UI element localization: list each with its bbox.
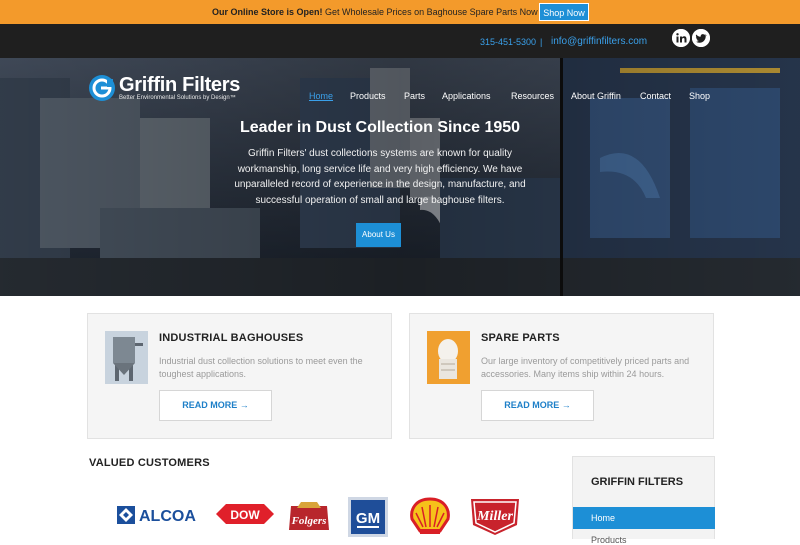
svg-text:Folgers: Folgers bbox=[291, 515, 327, 527]
svg-text:DOW: DOW bbox=[230, 508, 260, 522]
griffin-logo-icon bbox=[89, 75, 115, 101]
spare-parts-thumbnail bbox=[427, 331, 470, 384]
nav-home[interactable]: Home bbox=[309, 91, 333, 101]
hero-body: Griffin Filters' dust collections system… bbox=[234, 148, 526, 206]
sidebar-item-products[interactable]: Products bbox=[591, 535, 627, 545]
promo-bold-text: Our Online Store is Open! bbox=[212, 7, 323, 17]
twitter-icon[interactable] bbox=[692, 29, 710, 47]
sidebar-griffin-filters: GRIFFIN FILTERS Home Products bbox=[572, 456, 715, 545]
card-description: Industrial dust collection solutions to … bbox=[159, 356, 363, 379]
read-more-button[interactable]: READ MORE → bbox=[481, 390, 594, 421]
nav-parts[interactable]: Parts bbox=[404, 91, 425, 101]
svg-text:Miller: Miller bbox=[476, 509, 513, 524]
read-more-button[interactable]: READ MORE → bbox=[159, 390, 272, 421]
shell-logo bbox=[408, 497, 452, 537]
svg-text:ALCOA: ALCOA bbox=[139, 508, 196, 525]
gm-logo: GM bbox=[348, 497, 388, 537]
baghouse-thumbnail bbox=[105, 331, 148, 384]
folgers-logo: Folgers bbox=[287, 500, 331, 534]
brand-name: Griffin Filters bbox=[119, 74, 241, 96]
hero-banner: Griffin Filters Better Environmental Sol… bbox=[0, 58, 800, 296]
sidebar-title: GRIFFIN FILTERS bbox=[591, 476, 684, 488]
nav-about-griffin[interactable]: About Griffin bbox=[571, 91, 621, 101]
sidebar-item-home[interactable]: Home bbox=[573, 507, 715, 529]
contact-bar: 315-451-5300 | info@griffinfilters.com bbox=[0, 24, 800, 58]
card-title: SPARE PARTS bbox=[481, 332, 560, 344]
alcoa-logo: ALCOA bbox=[117, 505, 207, 525]
linkedin-icon[interactable] bbox=[672, 29, 690, 47]
svg-text:GM: GM bbox=[356, 510, 380, 527]
nav-products[interactable]: Products bbox=[350, 91, 386, 101]
phone-link[interactable]: 315-451-5300 bbox=[480, 37, 536, 47]
hero-title: Leader in Dust Collection Since 1950 bbox=[239, 119, 521, 136]
about-us-button[interactable]: About Us bbox=[356, 223, 401, 247]
valued-customers-title: VALUED CUSTOMERS bbox=[89, 457, 210, 469]
promo-text: Our Online Store is Open! Get Wholesale … bbox=[212, 7, 538, 17]
dow-logo: DOW bbox=[216, 503, 274, 525]
contact-separator: | bbox=[540, 37, 543, 47]
nav-contact[interactable]: Contact bbox=[640, 91, 671, 101]
brand-tagline: Better Environmental Solutions by Design… bbox=[119, 95, 236, 101]
email-link[interactable]: info@griffinfilters.com bbox=[551, 36, 647, 47]
card-title: INDUSTRIAL BAGHOUSES bbox=[159, 332, 304, 344]
promo-bar: Our Online Store is Open! Get Wholesale … bbox=[0, 0, 800, 24]
nav-applications[interactable]: Applications bbox=[442, 91, 491, 101]
shop-now-button[interactable]: Shop Now bbox=[539, 3, 589, 21]
card-spare-parts: SPARE PARTS Our large inventory of compe… bbox=[409, 313, 714, 439]
card-industrial-baghouses: INDUSTRIAL BAGHOUSES Industrial dust col… bbox=[87, 313, 392, 439]
promo-rest-text: Get Wholesale Prices on Baghouse Spare P… bbox=[325, 7, 538, 17]
miller-logo: Miller bbox=[465, 495, 525, 539]
nav-shop[interactable]: Shop bbox=[689, 91, 710, 101]
nav-resources[interactable]: Resources bbox=[511, 91, 554, 101]
card-description: Our large inventory of competitively pri… bbox=[481, 356, 690, 379]
